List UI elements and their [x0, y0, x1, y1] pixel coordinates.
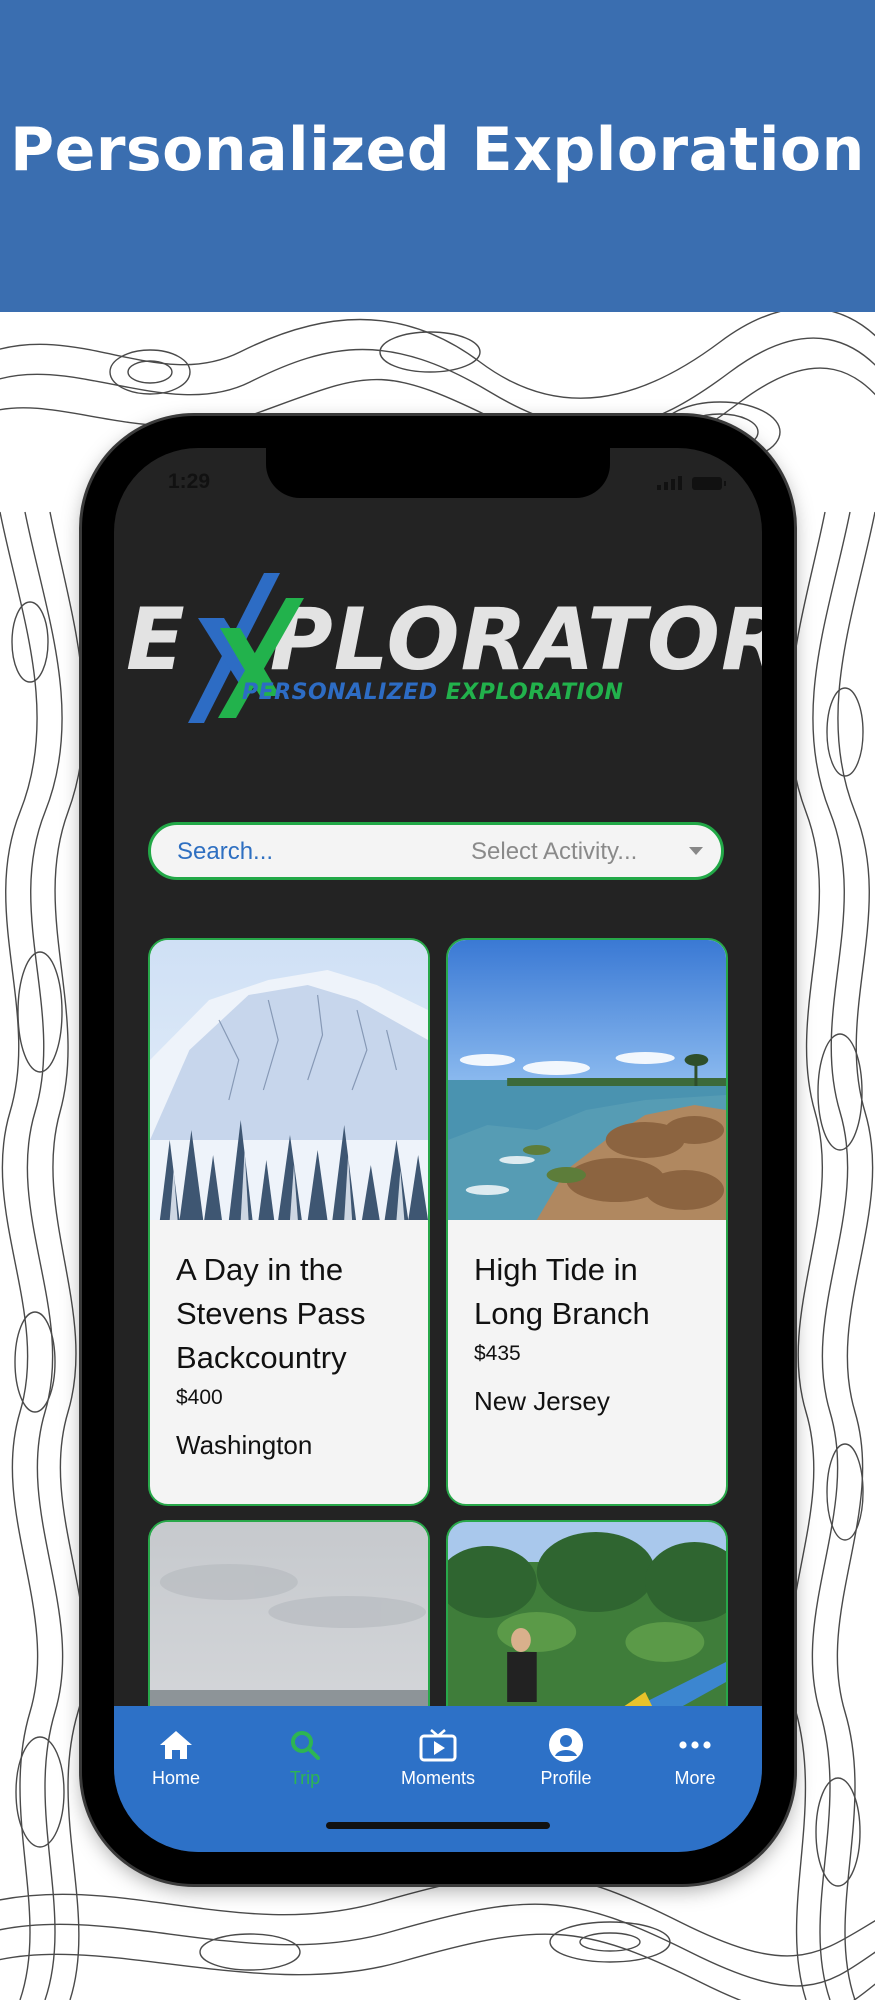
search-input[interactable]: Search... [177, 838, 273, 866]
banner-title: Personalized Exploration [10, 115, 865, 185]
card-price: $435 [474, 1342, 521, 1365]
card-price: $400 [176, 1386, 223, 1409]
card-region: Washington [176, 1430, 313, 1460]
tagline-exploration: EXPLORATION [445, 680, 624, 705]
search-bar[interactable]: Search... Select Activity... [148, 822, 724, 880]
card-title: A Day in the Stevens Pass Backcountry [176, 1252, 366, 1375]
header-banner: Personalized Exploration [0, 0, 875, 312]
card-info: High Tide in Long Branch $435 New Jersey [448, 1220, 726, 1417]
tv-icon [419, 1729, 457, 1762]
logo-tagline: PERSONALIZED EXPLORATION [242, 680, 623, 705]
trip-card[interactable]: A Day in the Stevens Pass Backcountry $4… [148, 938, 430, 1506]
tab-home-label: Home [151, 1768, 200, 1788]
card-region: New Jersey [474, 1386, 610, 1416]
user-icon [549, 1728, 583, 1762]
notch [266, 448, 610, 498]
app-screen: 1:29 EPLORATOR PERSONALIZED EXPLORATION [114, 448, 762, 1852]
status-icons [657, 474, 726, 490]
snowy-mountain-photo [150, 940, 428, 1220]
tab-trip[interactable]: Trip [245, 1726, 365, 1789]
home-icon [160, 1731, 192, 1759]
search-icon [291, 1731, 320, 1760]
tab-trip-label: Trip [289, 1768, 321, 1788]
home-indicator [326, 1822, 550, 1829]
tab-home[interactable]: Home [116, 1726, 236, 1789]
tab-moments-label: Moments [400, 1768, 476, 1788]
signal-icon [657, 474, 682, 490]
chevron-down-icon[interactable] [689, 847, 703, 855]
card-info: A Day in the Stevens Pass Backcountry $4… [150, 1220, 428, 1461]
tab-moments[interactable]: Moments [378, 1726, 498, 1789]
app-logo: E PLORATOR PERSONALIZED EXPLORATION [126, 568, 762, 728]
card-title: High Tide in Long Branch [474, 1252, 650, 1331]
tab-more[interactable]: More [635, 1726, 755, 1789]
activity-select[interactable]: Select Activity... [471, 838, 637, 866]
rocky-beach-photo [448, 940, 726, 1220]
tab-profile-label: Profile [540, 1768, 592, 1788]
bottom-tab-bar: Home Trip Moments Profile More [114, 1706, 762, 1852]
tab-profile[interactable]: Profile [506, 1726, 626, 1789]
logo-letters-plorator: PLORATOR [269, 590, 762, 690]
phone-frame: 1:29 EPLORATOR PERSONALIZED EXPLORATION [82, 416, 794, 1884]
battery-icon [692, 477, 726, 490]
tab-more-label: More [674, 1768, 716, 1788]
trip-card[interactable]: High Tide in Long Branch $435 New Jersey [446, 938, 728, 1506]
more-icon [679, 1741, 711, 1749]
tagline-personalized: PERSONALIZED [242, 680, 438, 705]
status-time: 1:29 [168, 470, 211, 493]
